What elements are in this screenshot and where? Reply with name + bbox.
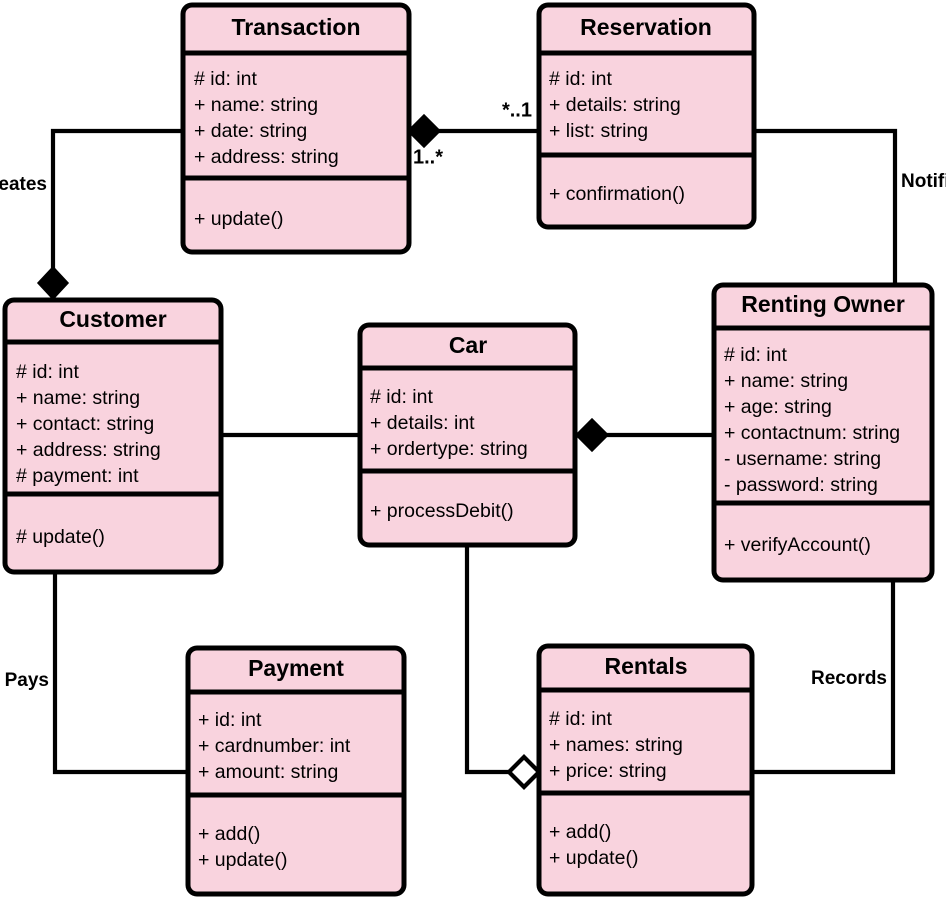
- class-reservation-attribute: # id: int: [549, 68, 612, 90]
- class-car-attribute: # id: int: [370, 386, 433, 408]
- class-reservation-attribute: + details: string: [549, 94, 681, 116]
- class-renting-owner-attribute: - password: string: [724, 474, 878, 496]
- class-customer-title: Customer: [59, 306, 166, 332]
- multiplicity-reservation: *..1: [502, 99, 532, 121]
- edge-label-records: Records: [811, 668, 887, 689]
- class-car-method: + processDebit(): [370, 500, 514, 522]
- class-payment-title: Payment: [248, 655, 344, 681]
- hollow-diamond-car-rentals: [506, 754, 542, 790]
- class-renting-owner-title: Renting Owner: [741, 291, 905, 317]
- class-payment-attribute: + id: int: [198, 709, 262, 731]
- class-rentals-title: Rentals: [604, 653, 687, 679]
- class-payment-attribute: + cardnumber: int: [198, 735, 351, 757]
- class-renting-owner-attribute: - username: string: [724, 448, 881, 470]
- class-renting-owner[interactable]: Renting Owner # id: int + name: string +…: [711, 282, 935, 583]
- class-customer-attribute: + name: string: [16, 387, 140, 409]
- class-rentals-method: + update(): [549, 847, 638, 869]
- class-transaction[interactable]: Transaction # id: int + name: string + d…: [180, 2, 412, 255]
- class-transaction-attribute: + address: string: [194, 146, 339, 168]
- diagram-canvas: Transaction # id: int + name: string + d…: [0, 2, 946, 897]
- class-customer-attribute: # id: int: [16, 361, 79, 383]
- class-transaction-title: Transaction: [231, 14, 360, 40]
- class-renting-owner-method: + verifyAccount(): [724, 534, 871, 556]
- filled-diamond-transaction-reservation: [406, 113, 442, 149]
- class-rentals-attribute: # id: int: [549, 708, 612, 730]
- class-payment[interactable]: Payment + id: int + cardnumber: int + am…: [185, 645, 407, 897]
- class-reservation[interactable]: Reservation # id: int + details: string …: [536, 2, 757, 230]
- class-rentals-attribute: + names: string: [549, 734, 683, 756]
- edge-customer-payment: [52, 572, 188, 775]
- class-car-attribute: + details: int: [370, 412, 475, 434]
- edge-car-rentals: [464, 545, 510, 775]
- class-renting-owner-attribute: + age: string: [724, 396, 832, 418]
- uml-class-diagram: Transaction # id: int + name: string + d…: [0, 0, 946, 900]
- class-car[interactable]: Car # id: int + details: int + ordertype…: [357, 322, 578, 548]
- class-rentals-attribute: + price: string: [549, 760, 667, 782]
- class-customer-attribute: # payment: int: [16, 465, 139, 487]
- class-reservation-attribute: + list: string: [549, 120, 648, 142]
- class-customer-attribute: + contact: string: [16, 413, 154, 435]
- class-transaction-attribute: + date: string: [194, 120, 307, 142]
- class-customer[interactable]: Customer # id: int + name: string + cont…: [2, 297, 224, 575]
- class-car-attribute: + ordertype: string: [370, 438, 528, 460]
- class-customer-method: # update(): [16, 526, 105, 548]
- edge-label-creates: Creates: [0, 174, 47, 195]
- class-rentals-method: + add(): [549, 821, 611, 843]
- class-rentals[interactable]: Rentals # id: int + names: string + pric…: [536, 643, 755, 897]
- multiplicity-transaction: 1..*: [413, 146, 443, 168]
- class-renting-owner-attribute: # id: int: [724, 344, 787, 366]
- filled-diamond-car-renting-owner: [574, 417, 610, 453]
- edge-label-notifies: Notifies: [901, 171, 946, 192]
- class-renting-owner-attribute: + name: string: [724, 370, 848, 392]
- filled-diamond-transaction-customer: [36, 265, 70, 301]
- class-reservation-title: Reservation: [580, 14, 712, 40]
- edge-transaction-customer: [50, 128, 183, 272]
- class-car-title: Car: [449, 332, 487, 358]
- class-payment-method: + update(): [198, 849, 287, 871]
- class-payment-method: + add(): [198, 823, 260, 845]
- class-transaction-attribute: # id: int: [194, 68, 257, 90]
- edge-label-pays: Pays: [5, 670, 49, 691]
- class-transaction-method: + update(): [194, 208, 283, 230]
- edge-reservation-renting-owner: [754, 128, 898, 285]
- class-payment-attribute: + amount: string: [198, 761, 338, 783]
- class-customer-attribute: + address: string: [16, 439, 161, 461]
- class-reservation-method: + confirmation(): [549, 183, 685, 205]
- class-transaction-attribute: + name: string: [194, 94, 318, 116]
- class-renting-owner-attribute: + contactnum: string: [724, 422, 900, 444]
